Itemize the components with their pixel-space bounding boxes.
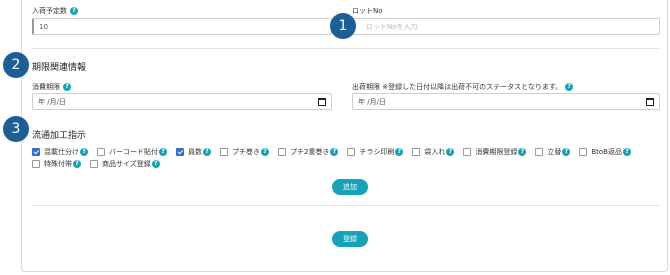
processing-section-title: 流通加工指示 bbox=[32, 131, 87, 141]
lot-label: ロットNo bbox=[352, 7, 383, 15]
checkbox[interactable] bbox=[32, 148, 40, 156]
option-bubble-wrap[interactable]: プチ巻き? bbox=[220, 147, 269, 157]
callout-badge-1: 1 bbox=[330, 13, 356, 39]
option-count[interactable]: 員数? bbox=[176, 147, 211, 157]
option-mixed-sorting[interactable]: 混載仕分け? bbox=[32, 147, 88, 157]
checkbox[interactable] bbox=[220, 148, 228, 156]
checkbox[interactable] bbox=[463, 148, 472, 156]
calendar-icon[interactable] bbox=[646, 98, 654, 106]
help-icon[interactable]: ? bbox=[151, 160, 160, 168]
callout-badge-3: 3 bbox=[3, 116, 29, 142]
checkbox[interactable] bbox=[278, 148, 286, 156]
help-icon[interactable]: ? bbox=[80, 148, 88, 156]
option-expiry-registration[interactable]: 消費期限登録? bbox=[463, 147, 527, 157]
help-icon[interactable]: ? bbox=[395, 148, 404, 156]
help-icon[interactable]: ? bbox=[565, 83, 574, 91]
option-bagging[interactable]: 袋入れ? bbox=[412, 147, 455, 157]
processing-options-row-2: 特殊付帯? 商品サイズ登録? bbox=[32, 159, 169, 169]
help-icon[interactable]: ? bbox=[70, 7, 78, 15]
calendar-icon[interactable] bbox=[318, 98, 326, 106]
help-icon[interactable]: ? bbox=[622, 148, 631, 156]
option-flyer-print[interactable]: チラシ印刷? bbox=[347, 147, 404, 157]
consume-label: 消費期限? bbox=[32, 82, 71, 92]
divider bbox=[32, 48, 660, 49]
help-icon[interactable]: ? bbox=[73, 160, 81, 168]
qty-label: 入荷予定数? bbox=[32, 6, 78, 16]
help-icon[interactable]: ? bbox=[261, 148, 269, 156]
submit-button[interactable]: 登録 bbox=[332, 231, 368, 247]
checkbox[interactable] bbox=[90, 160, 98, 168]
option-special[interactable]: 特殊付帯? bbox=[32, 159, 81, 169]
callout-badge-2: 2 bbox=[3, 52, 29, 78]
expiry-section-title: 期限関連情報 bbox=[32, 63, 87, 73]
ship-label: 出荷期限 ※登録した日付以降は出荷不可のステータスとなります。? bbox=[352, 82, 574, 92]
help-icon[interactable]: ? bbox=[63, 83, 71, 91]
help-icon[interactable]: ? bbox=[203, 148, 211, 156]
checkbox[interactable] bbox=[579, 148, 588, 156]
help-icon[interactable]: ? bbox=[159, 148, 167, 156]
lot-input[interactable]: ロットNoを入力 bbox=[352, 18, 660, 35]
consume-date-input[interactable]: 年 /月/日 bbox=[32, 93, 332, 110]
add-button[interactable]: 追加 bbox=[332, 179, 368, 195]
qty-input[interactable]: 10 bbox=[32, 18, 332, 35]
option-barcode[interactable]: バーコード貼付? bbox=[97, 147, 167, 157]
checkbox[interactable] bbox=[32, 160, 40, 168]
ship-date-input[interactable]: 年 /月/日 bbox=[352, 93, 660, 110]
checkbox[interactable] bbox=[97, 148, 105, 156]
option-btob-return[interactable]: BtoB返品? bbox=[579, 147, 631, 157]
divider bbox=[32, 205, 660, 206]
option-double-bubble-wrap[interactable]: プチ2重巻き? bbox=[278, 147, 339, 157]
help-icon[interactable]: ? bbox=[446, 148, 455, 156]
option-advance[interactable]: 立替? bbox=[535, 147, 571, 157]
checkbox[interactable] bbox=[176, 148, 184, 156]
help-icon[interactable]: ? bbox=[518, 148, 527, 156]
help-icon[interactable]: ? bbox=[330, 148, 339, 156]
help-icon[interactable]: ? bbox=[562, 148, 571, 156]
checkbox[interactable] bbox=[412, 148, 421, 156]
processing-options-row-1: 混載仕分け? バーコード貼付? 員数? プチ巻き? プチ2重巻き? チラシ印刷?… bbox=[32, 147, 640, 157]
checkbox[interactable] bbox=[347, 148, 356, 156]
checkbox[interactable] bbox=[535, 148, 544, 156]
option-size-registration[interactable]: 商品サイズ登録? bbox=[90, 159, 160, 169]
